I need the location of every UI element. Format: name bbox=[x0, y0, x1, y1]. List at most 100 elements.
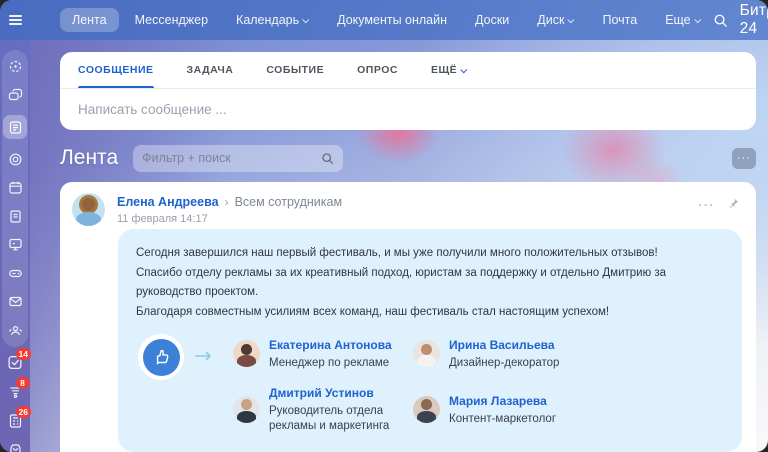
like-reaction-button[interactable] bbox=[138, 334, 184, 380]
post-paragraph: Благодаря совместным усилиям всех команд… bbox=[136, 303, 681, 323]
post-timestamp: 11 февраля 14:17 bbox=[117, 213, 342, 225]
feed-post: Елена Андреева › Всем сотрудникам 11 фев… bbox=[60, 182, 756, 452]
post-message-bubble: Сегодня завершился наш первый фестиваль,… bbox=[118, 229, 742, 452]
mention-grid: Екатерина Антонова Менеджер по рекламе И… bbox=[233, 336, 628, 434]
estimates-badge: 26 bbox=[16, 406, 31, 418]
nav-item-boards[interactable]: Доски bbox=[463, 8, 521, 32]
post-text: Сегодня завершился наш первый фестиваль,… bbox=[136, 244, 724, 322]
sidebar-item-boards[interactable] bbox=[7, 236, 24, 253]
sidebar-item-employees[interactable] bbox=[7, 322, 24, 339]
drive-icon bbox=[8, 266, 23, 281]
page-title: Лента bbox=[60, 146, 118, 170]
avatar[interactable] bbox=[413, 396, 440, 423]
main-content: СООБЩЕНИЕ ЗАДАЧА СОБЫТИЕ ОПРОС ЕЩЁ Напис… bbox=[60, 52, 756, 452]
hamburger-icon bbox=[9, 19, 22, 21]
sidebar-item-documents[interactable] bbox=[7, 208, 24, 225]
board-icon bbox=[8, 237, 23, 252]
left-icon-rail: 14 8 26 bbox=[0, 40, 30, 452]
sidebar-item-mail[interactable] bbox=[7, 293, 24, 310]
mention-role: Менеджер по рекламе bbox=[269, 356, 392, 371]
nav-item-feed[interactable]: Лента bbox=[60, 8, 119, 32]
mention-role: Контент-маркетолог bbox=[449, 412, 556, 427]
mention-role: Руководитель отдела рекламы и маркетинга bbox=[269, 404, 413, 434]
bitrix24-app: Лента Мессенджер Календарь Документы онл… bbox=[0, 0, 768, 452]
main-nav: Лента Мессенджер Календарь Документы онл… bbox=[60, 8, 713, 32]
post-audience-link[interactable]: Всем сотрудникам bbox=[235, 195, 343, 209]
sidebar-item-crm[interactable]: 8 bbox=[7, 383, 24, 400]
nav-item-drive[interactable]: Диск bbox=[525, 8, 586, 32]
crm-badge: 8 bbox=[16, 377, 30, 389]
nav-label: Мессенджер bbox=[135, 13, 208, 27]
filter-search-input[interactable] bbox=[142, 151, 321, 165]
tab-label: ОПРОС bbox=[357, 64, 398, 76]
nav-item-calendar[interactable]: Календарь bbox=[224, 8, 321, 32]
post-paragraph: Сегодня завершился наш первый фестиваль,… bbox=[136, 244, 681, 264]
feed-header: Лента ··· bbox=[60, 143, 756, 173]
nav-label: Календарь bbox=[236, 13, 299, 27]
topbar-right: Битрикс 24 bbox=[713, 2, 768, 38]
mention-name-link[interactable]: Екатерина Антонова bbox=[269, 338, 392, 352]
mention-name-link[interactable]: Ирина Васильева bbox=[449, 338, 555, 352]
mention-item: Ирина Васильева Дизайнер-декоратор bbox=[413, 336, 628, 371]
top-navigation-bar: Лента Мессенджер Календарь Документы онл… bbox=[0, 0, 768, 40]
document-icon bbox=[8, 209, 23, 224]
sidebar-item-estimates[interactable]: 26 bbox=[7, 412, 24, 429]
post-header: Елена Андреева › Всем сотрудникам 11 фев… bbox=[60, 182, 756, 226]
nav-item-messenger[interactable]: Мессенджер bbox=[123, 8, 220, 32]
composer-card: СООБЩЕНИЕ ЗАДАЧА СОБЫТИЕ ОПРОС ЕЩЁ Напис… bbox=[60, 52, 756, 130]
tab-label: ЗАДАЧА bbox=[187, 64, 234, 76]
nav-item-more[interactable]: Еще bbox=[653, 8, 712, 32]
mention-item: Екатерина Антонова Менеджер по рекламе bbox=[233, 336, 413, 371]
sidebar-item-market[interactable] bbox=[7, 441, 24, 452]
avatar[interactable] bbox=[413, 340, 440, 367]
post-more-button[interactable]: ··· bbox=[699, 198, 716, 212]
avatar[interactable] bbox=[233, 340, 260, 367]
sidebar-item-calendar[interactable] bbox=[7, 179, 24, 196]
tab-poll[interactable]: ОПРОС bbox=[357, 52, 398, 88]
filter-search-box[interactable] bbox=[133, 145, 343, 172]
avatar[interactable] bbox=[233, 396, 260, 423]
nav-label: Доски bbox=[475, 13, 509, 27]
sidebar-item-drive[interactable] bbox=[7, 265, 24, 282]
copilot-icon bbox=[8, 59, 23, 74]
tab-event[interactable]: СОБЫТИЕ bbox=[266, 52, 324, 88]
mention-name-link[interactable]: Дмитрий Устинов bbox=[269, 386, 374, 400]
pin-button[interactable] bbox=[727, 197, 740, 213]
thumbs-up-icon bbox=[143, 339, 180, 376]
tab-label: СОБЫТИЕ bbox=[266, 64, 324, 76]
sidebar-item-target[interactable] bbox=[7, 151, 24, 168]
sidebar-badge-group: 14 8 26 bbox=[7, 354, 24, 452]
mention-item: Дмитрий Устинов Руководитель отдела рекл… bbox=[233, 384, 413, 434]
brand-logo[interactable]: Битрикс 24 bbox=[740, 2, 768, 38]
breadcrumb-separator: › bbox=[225, 195, 229, 209]
tab-more[interactable]: ЕЩЁ bbox=[431, 52, 467, 88]
nav-item-mail[interactable]: Почта bbox=[590, 8, 649, 32]
mention-role: Дизайнер-декоратор bbox=[449, 356, 559, 371]
mail-icon bbox=[8, 294, 23, 309]
mentions-block: Екатерина Антонова Менеджер по рекламе И… bbox=[136, 334, 724, 434]
tab-label: ЕЩЁ bbox=[431, 64, 457, 76]
search-button[interactable] bbox=[713, 13, 728, 28]
sidebar-item-copilot[interactable] bbox=[7, 58, 24, 75]
post-author-link[interactable]: Елена Андреева bbox=[117, 195, 219, 209]
sidebar-item-messenger[interactable] bbox=[7, 87, 24, 104]
post-meta: Елена Андреева › Всем сотрудникам 11 фев… bbox=[117, 193, 342, 225]
sidebar-item-feed[interactable] bbox=[3, 115, 27, 139]
nav-item-documents[interactable]: Документы онлайн bbox=[325, 8, 459, 32]
post-paragraph: Спасибо отделу рекламы за их креативный … bbox=[136, 264, 681, 303]
mention-item: Мария Лазарева Контент-маркетолог bbox=[413, 384, 628, 434]
chevron-down-icon bbox=[460, 66, 467, 73]
message-input[interactable]: Написать сообщение ... bbox=[60, 89, 756, 130]
feed-options-button[interactable]: ··· bbox=[732, 148, 756, 169]
calendar-icon bbox=[8, 180, 23, 195]
sidebar-item-tasks[interactable]: 14 bbox=[7, 354, 24, 371]
employees-icon bbox=[8, 323, 23, 338]
mention-name-link[interactable]: Мария Лазарева bbox=[449, 394, 547, 408]
market-icon bbox=[8, 442, 23, 452]
avatar[interactable] bbox=[72, 193, 105, 226]
tab-message[interactable]: СООБЩЕНИЕ bbox=[78, 52, 154, 88]
menu-toggle-button[interactable] bbox=[0, 0, 30, 40]
messenger-icon bbox=[8, 88, 23, 103]
tab-task[interactable]: ЗАДАЧА bbox=[187, 52, 234, 88]
chevron-down-icon bbox=[694, 16, 701, 23]
